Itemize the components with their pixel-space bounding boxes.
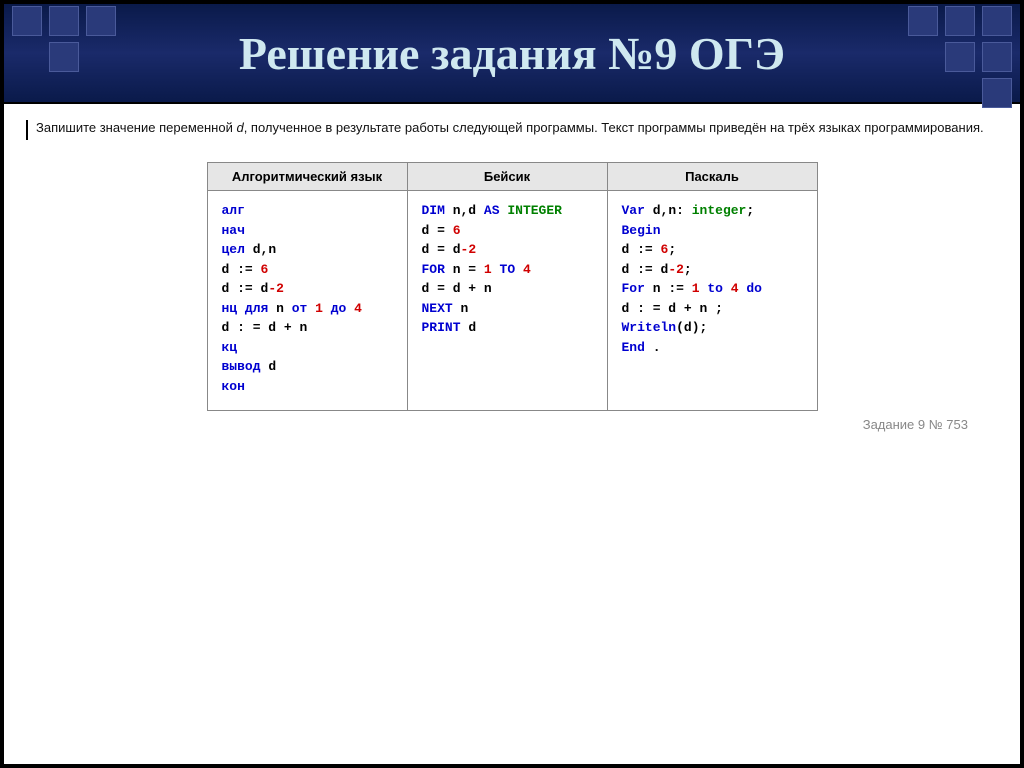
code-token: кц: [222, 340, 238, 355]
task-prompt: Запишите значение переменной d, полученн…: [36, 118, 984, 138]
prompt-text-a: Запишите значение переменной: [36, 120, 236, 135]
code-token: d : = d + n ;: [622, 301, 723, 316]
code-token: d,n: [253, 242, 276, 257]
deco-square: [86, 6, 116, 36]
col-header-basic: Бейсик: [407, 163, 607, 191]
code-token: d: [461, 320, 477, 335]
code-token: d = d + n: [422, 281, 492, 296]
code-token: n: [276, 301, 284, 316]
code-token: n =: [445, 262, 484, 277]
code-token: to: [700, 281, 731, 296]
deco-square: [945, 42, 975, 72]
code-token: -2: [268, 281, 284, 296]
page-title: Решение задания №9 ОГЭ: [239, 27, 785, 80]
code-token: (d);: [676, 320, 707, 335]
code-token: n :=: [653, 281, 692, 296]
code-token: d :=: [222, 262, 261, 277]
code-token: INTEGER: [507, 203, 562, 218]
text-cursor-icon: [26, 120, 28, 140]
code-token: d := d: [222, 281, 269, 296]
deco-square: [12, 6, 42, 36]
code-token: -2: [461, 242, 477, 257]
slide-frame: Решение задания №9 ОГЭ Запишите значение…: [0, 0, 1024, 768]
code-token: PRINT: [422, 320, 461, 335]
code-token: d: [268, 359, 276, 374]
code-token: нач: [222, 223, 245, 238]
code-token: For: [622, 281, 653, 296]
code-token: n,d: [445, 203, 484, 218]
code-token: 4: [523, 262, 531, 277]
code-token: до: [323, 301, 354, 316]
code-token: d := d: [622, 262, 669, 277]
prompt-text-b: , полученное в результате работы следующ…: [244, 120, 984, 135]
code-token: integer: [692, 203, 747, 218]
code-table: Алгоритмический язык Бейсик Паскаль алг …: [207, 162, 818, 411]
deco-square: [982, 78, 1012, 108]
code-token: нц для: [222, 301, 277, 316]
code-token: 6: [261, 262, 269, 277]
code-token: d,n:: [653, 203, 692, 218]
code-token: 1: [315, 301, 323, 316]
code-token: от: [284, 301, 315, 316]
code-token: алг: [222, 203, 245, 218]
code-token: Var: [622, 203, 653, 218]
code-token: d = d: [422, 242, 461, 257]
code-token: ;: [668, 242, 676, 257]
code-token: 4: [354, 301, 362, 316]
code-token: кон: [222, 379, 245, 394]
code-token: NEXT: [422, 301, 453, 316]
slide-header: Решение задания №9 ОГЭ: [4, 4, 1020, 104]
code-token: d : = d + n: [222, 320, 308, 335]
code-token: DIM: [422, 203, 445, 218]
code-token: -2: [668, 262, 684, 277]
code-token: .: [645, 340, 661, 355]
cell-basic-code: DIM n,d AS INTEGER d = 6 d = d-2 FOR n =…: [407, 191, 607, 411]
cell-alg-code: алг нач цел d,n d := 6 d := d-2 нц для n…: [207, 191, 407, 411]
table-row: алг нач цел d,n d := 6 d := d-2 нц для n…: [207, 191, 817, 411]
code-token: AS: [484, 203, 500, 218]
code-token: цел: [222, 242, 253, 257]
deco-square: [908, 6, 938, 36]
code-token: TO: [492, 262, 523, 277]
slide-body: Запишите значение переменной d, полученн…: [4, 104, 1020, 432]
code-token: 1: [692, 281, 700, 296]
code-token: d =: [422, 223, 453, 238]
task-reference: Задание 9 № 753: [26, 411, 998, 432]
code-token: вывод: [222, 359, 269, 374]
prompt-var: d: [236, 120, 243, 135]
deco-square: [49, 6, 79, 36]
code-token: Begin: [622, 223, 661, 238]
deco-square: [945, 6, 975, 36]
code-token: End: [622, 340, 645, 355]
col-header-alg: Алгоритмический язык: [207, 163, 407, 191]
code-token: ;: [684, 262, 692, 277]
code-token: n: [453, 301, 469, 316]
code-token: 1: [484, 262, 492, 277]
deco-square: [982, 42, 1012, 72]
deco-square: [982, 6, 1012, 36]
code-token: FOR: [422, 262, 445, 277]
cell-pascal-code: Var d,n: integer; Begin d := 6; d := d-2…: [607, 191, 817, 411]
code-token: do: [739, 281, 762, 296]
code-token: 6: [453, 223, 461, 238]
code-token: 4: [731, 281, 739, 296]
table-header-row: Алгоритмический язык Бейсик Паскаль: [207, 163, 817, 191]
code-token: ;: [746, 203, 754, 218]
code-token: Writeln: [622, 320, 677, 335]
code-token: d :=: [622, 242, 661, 257]
col-header-pascal: Паскаль: [607, 163, 817, 191]
deco-square: [49, 42, 79, 72]
